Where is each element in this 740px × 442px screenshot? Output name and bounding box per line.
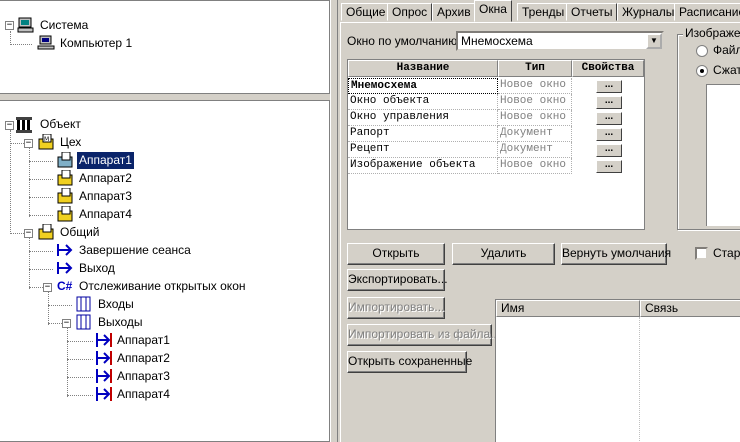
window-name-cell: Окно управления: [348, 110, 498, 126]
outputs-icon: [76, 314, 91, 330]
column-header-type[interactable]: Тип: [498, 60, 572, 77]
tree-label: Аппарат2: [79, 171, 132, 185]
expand-toggle-system[interactable]: −: [5, 21, 14, 30]
delete-button[interactable]: Удалить: [452, 243, 555, 265]
radio-compressed[interactable]: [696, 65, 708, 77]
window-type-cell: Новое окно: [498, 110, 572, 126]
output-link-icon: [96, 351, 112, 365]
tree-label: Аппарат4: [117, 387, 170, 401]
tree-label: Система: [40, 18, 89, 32]
apparatus-icon: [57, 152, 73, 168]
properties-button[interactable]: ...: [596, 80, 622, 93]
inputs-icon: [76, 296, 91, 312]
window-type-cell: Новое окно: [498, 158, 572, 174]
tree-label: Аппарат3: [79, 189, 132, 203]
window-name-cell: Изображение объекта: [348, 158, 498, 174]
image-group-title: Изображен: [683, 26, 740, 40]
windows-table: Название Тип Свойства Мнемосхема Новое о…: [347, 59, 645, 230]
dropdown-arrow-icon[interactable]: ▼: [646, 33, 662, 49]
column-header-link[interactable]: Связь: [640, 300, 740, 317]
output-link-icon: [96, 333, 112, 347]
radio-compressed-label: Сжато: [713, 63, 740, 77]
radio-file-label: Файл: [713, 43, 740, 57]
apparatus-icon: [57, 170, 73, 186]
tree-label: Общий: [60, 225, 100, 239]
default-window-value: Мнемосхема: [461, 34, 533, 48]
tree-label: Цех: [60, 135, 82, 149]
tree-label: Выход: [79, 261, 115, 275]
tab-polling[interactable]: Опрос: [387, 3, 433, 21]
window-type-cell: Документ: [498, 126, 572, 142]
column-header-properties[interactable]: Свойства: [572, 60, 644, 77]
expand-toggle-object[interactable]: −: [5, 121, 14, 130]
tree-label: Объект: [40, 117, 81, 131]
tree-label: Отслеживание открытых окон: [79, 279, 246, 293]
link-table: Имя Связь: [495, 299, 740, 442]
start-checkbox-label: Старт: [713, 246, 740, 260]
tree-label: Аппарат4: [79, 207, 132, 221]
apparatus-icon: [57, 206, 73, 222]
output-link-icon: [96, 387, 112, 401]
column-header-link-name[interactable]: Имя: [496, 300, 640, 317]
output-link-icon: [96, 369, 112, 383]
tab-general[interactable]: Общие: [341, 3, 391, 21]
radio-file[interactable]: [696, 45, 708, 57]
window-type-cell: Новое окно: [498, 94, 572, 110]
general-folder-icon: [38, 224, 54, 240]
window-name-cell: Окно объекта: [348, 94, 498, 110]
column-header-name[interactable]: Название: [348, 60, 498, 77]
svg-text:M: M: [44, 136, 49, 143]
tree-label: Аппарат2: [117, 351, 170, 365]
export-button[interactable]: Экспортировать...: [347, 269, 448, 291]
expand-toggle-tracking[interactable]: −: [43, 283, 52, 292]
properties-button[interactable]: ...: [596, 128, 622, 141]
open-button[interactable]: Открыть: [347, 243, 445, 265]
object-icon: [16, 117, 32, 133]
object-tree-pane: − Объект − M Цех Аппарат1 Аппарат2 Аппар…: [0, 100, 330, 442]
properties-button[interactable]: ...: [596, 96, 622, 109]
system-tree-pane: − Система Компьютер 1: [0, 0, 330, 94]
tab-schedule[interactable]: Расписание: [674, 3, 740, 21]
import-button[interactable]: Импортировать...: [347, 297, 445, 319]
properties-button[interactable]: ...: [596, 112, 622, 125]
start-checkbox[interactable]: [695, 247, 708, 260]
image-preview-area: [706, 84, 740, 226]
action-arrow-icon: [57, 244, 73, 256]
tree-label: Входы: [98, 297, 134, 311]
tab-windows[interactable]: Окна: [474, 0, 512, 22]
expand-toggle-outputs[interactable]: −: [62, 319, 71, 328]
apparatus-icon: [57, 188, 73, 204]
window-type-cell: Документ: [498, 142, 572, 158]
window-type-cell: Новое окно: [498, 78, 572, 94]
workshop-folder-icon: M: [38, 134, 54, 150]
tree-label: Компьютер 1: [60, 36, 133, 50]
computer-icon: [37, 35, 55, 50]
tree-label: Завершение сеанса: [79, 243, 191, 257]
window-name-cell: Рапорт: [348, 126, 498, 142]
window-name-cell: Рецепт: [348, 142, 498, 158]
tab-trends[interactable]: Тренды: [517, 3, 570, 21]
tree-label-selected: Аппарат1: [76, 151, 135, 170]
vertical-splitter[interactable]: [330, 0, 338, 442]
tab-journals[interactable]: Журналы: [617, 3, 680, 21]
properties-button[interactable]: ...: [596, 144, 622, 157]
tab-archive[interactable]: Архив: [432, 3, 476, 21]
properties-button[interactable]: ...: [596, 160, 622, 173]
restore-defaults-button[interactable]: Вернуть умолчания: [561, 243, 671, 265]
import-from-file-button[interactable]: Импортировать из файла...: [347, 324, 500, 346]
expand-toggle-general[interactable]: −: [24, 229, 33, 238]
tree-label: Выходы: [98, 315, 143, 329]
action-arrow-icon: [57, 262, 73, 274]
system-icon: [17, 17, 34, 33]
default-window-select[interactable]: Мнемосхема ▼: [456, 31, 664, 51]
expand-toggle-workshop[interactable]: −: [24, 139, 33, 148]
tree-label: Аппарат1: [117, 333, 170, 347]
window-name-cell: Мнемосхема: [348, 78, 498, 94]
tab-reports[interactable]: Отчеты: [566, 3, 618, 21]
open-saved-button[interactable]: Открыть сохраненные: [347, 351, 472, 373]
csharp-script-icon: C#: [57, 279, 73, 293]
tree-label: Аппарат3: [117, 369, 170, 383]
default-window-label: Окно по умолчанию :: [347, 34, 464, 48]
